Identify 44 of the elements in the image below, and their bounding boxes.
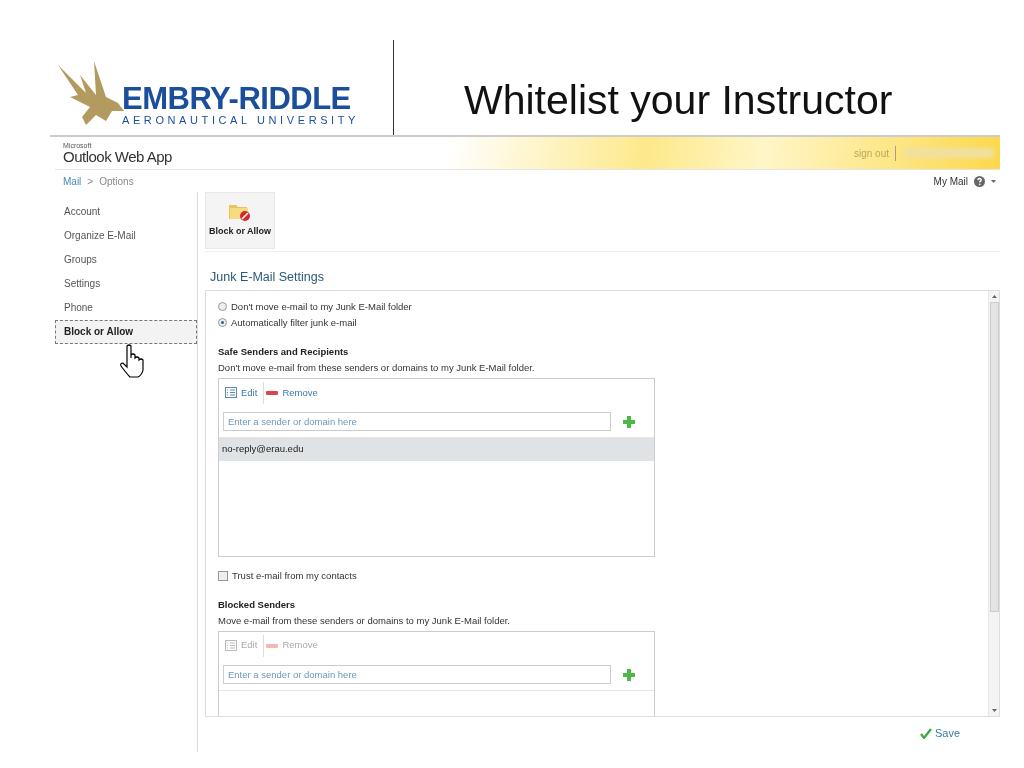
blocked-folder-icon [228,202,252,223]
minus-icon [266,643,279,648]
radio-button[interactable] [218,302,227,312]
radio-label: Automatically filter junk e-mail [231,315,357,330]
list-heading: Blocked Senders [218,597,297,612]
checkbox[interactable] [218,571,228,582]
sidebar-item[interactable]: Settings [55,272,197,296]
checkbox-label: Trust e-mail from my contacts [232,569,357,584]
sidebar-item[interactable]: Organize E-Mail [55,224,197,248]
list-icon [225,640,237,651]
list-heading: Safe Senders and Recipients [218,344,350,359]
caret-icon[interactable] [991,179,996,183]
list-description: Move e-mail from these senders or domains to my Junk E-Mail folder. [218,613,511,628]
help-icon[interactable] [974,175,985,187]
remove-button[interactable]: Remove [264,381,324,404]
toolbar-button[interactable]: Block or Allow [205,192,275,249]
checkmark-icon [919,727,932,739]
scroll-down-icon[interactable] [991,708,997,712]
pointer-hand-icon [119,344,145,378]
breadcrumb-separator: > [87,174,94,189]
radio-button[interactable] [218,318,227,328]
edit-button[interactable]: Edit [223,381,265,404]
list-entry[interactable]: no-reply@erau.edu [219,438,654,461]
slide-title: Whitelist your Instructor [464,80,893,121]
save-button[interactable]: Save [919,724,960,742]
breadcrumb-link[interactable]: Mail [63,173,82,189]
list-icon [225,387,237,399]
scroll-up-icon[interactable] [991,294,997,298]
radio-label: Don't move e-mail to my Junk E-Mail folder [231,299,412,314]
minus-icon [266,390,279,395]
my-mail-link[interactable]: My Mail [933,173,968,189]
breadcrumb-current: Options [99,174,134,189]
logo-tagline: AERONAUTICAL UNIVERSITY [122,113,360,127]
logo-wordmark: EMBRY-RIDDLE [122,82,352,114]
section-title: Junk E-Mail Settings [210,269,325,286]
list-description: Don't move e-mail from these senders or domains to my Junk E-Mail folder. [218,361,536,375]
scrollbar[interactable] [988,290,999,716]
add-icon[interactable] [623,415,635,428]
app-brand: Outlook Web App [62,149,172,164]
sidebar-item[interactable]: Phone [55,296,197,320]
sender-input-field[interactable]: Enter a sender or domain here [223,412,611,432]
sidebar-item[interactable]: Block or Allow [55,320,197,344]
sidebar-item[interactable]: Account [55,200,197,224]
sidebar-item[interactable]: Groups [55,248,197,272]
